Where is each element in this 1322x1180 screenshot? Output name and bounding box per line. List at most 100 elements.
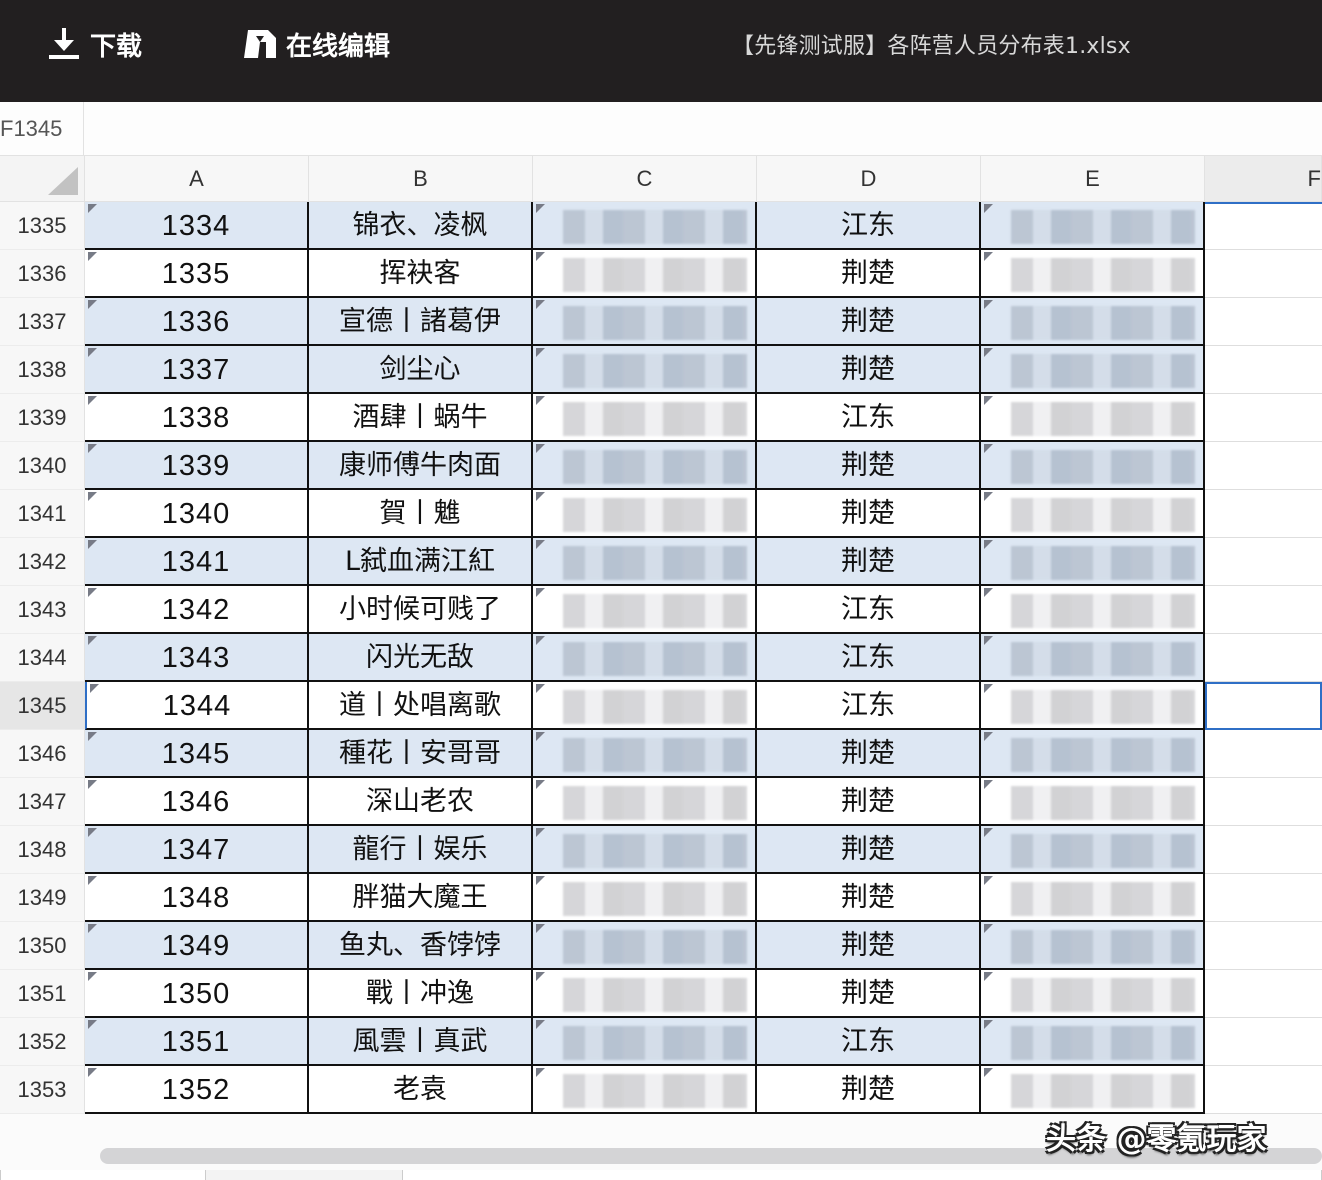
- cell-D1347[interactable]: 荆楚: [757, 778, 981, 826]
- cell-B1341[interactable]: 賀丨魋: [309, 490, 533, 538]
- row-header[interactable]: 1338: [0, 346, 85, 394]
- cell-F1349[interactable]: [1205, 874, 1322, 922]
- cell-A1350[interactable]: 1349: [85, 922, 309, 970]
- cell-B1339[interactable]: 酒肆丨蜗牛: [309, 394, 533, 442]
- cell-B1344[interactable]: 闪光无敌: [309, 634, 533, 682]
- cell-E1337[interactable]: [981, 298, 1205, 346]
- cell-E1340[interactable]: [981, 442, 1205, 490]
- sheet-tab[interactable]: [0, 1170, 206, 1180]
- cell-A1345[interactable]: 1344: [85, 682, 309, 730]
- cell-D1342[interactable]: 荆楚: [757, 538, 981, 586]
- cell-F1350[interactable]: [1205, 922, 1322, 970]
- cell-F1345[interactable]: [1205, 682, 1322, 730]
- cell-C1346[interactable]: [533, 730, 757, 778]
- cell-C1347[interactable]: [533, 778, 757, 826]
- cell-E1350[interactable]: [981, 922, 1205, 970]
- cell-E1352[interactable]: [981, 1018, 1205, 1066]
- cell-E1353[interactable]: [981, 1066, 1205, 1114]
- cell-A1352[interactable]: 1351: [85, 1018, 309, 1066]
- cell-A1335[interactable]: 1334: [85, 202, 309, 250]
- cell-F1344[interactable]: [1205, 634, 1322, 682]
- row-header[interactable]: 1348: [0, 826, 85, 874]
- cell-E1344[interactable]: [981, 634, 1205, 682]
- cell-C1343[interactable]: [533, 586, 757, 634]
- cell-F1341[interactable]: [1205, 490, 1322, 538]
- row-header[interactable]: 1344: [0, 634, 85, 682]
- row-header[interactable]: 1341: [0, 490, 85, 538]
- cell-F1336[interactable]: [1205, 250, 1322, 298]
- column-header-c[interactable]: C: [533, 156, 757, 202]
- row-header[interactable]: 1349: [0, 874, 85, 922]
- cell-E1347[interactable]: [981, 778, 1205, 826]
- cell-C1349[interactable]: [533, 874, 757, 922]
- row-header[interactable]: 1340: [0, 442, 85, 490]
- cell-D1335[interactable]: 江东: [757, 202, 981, 250]
- cell-D1343[interactable]: 江东: [757, 586, 981, 634]
- row-header[interactable]: 1351: [0, 970, 85, 1018]
- cell-E1335[interactable]: [981, 202, 1205, 250]
- cell-E1342[interactable]: [981, 538, 1205, 586]
- cell-C1348[interactable]: [533, 826, 757, 874]
- cell-B1343[interactable]: 小时候可贱了: [309, 586, 533, 634]
- row-header[interactable]: 1353: [0, 1066, 85, 1114]
- cell-D1336[interactable]: 荆楚: [757, 250, 981, 298]
- cell-B1352[interactable]: 風雲丨真武: [309, 1018, 533, 1066]
- cell-A1337[interactable]: 1336: [85, 298, 309, 346]
- cell-A1353[interactable]: 1352: [85, 1066, 309, 1114]
- cell-E1338[interactable]: [981, 346, 1205, 394]
- cell-A1344[interactable]: 1343: [85, 634, 309, 682]
- column-header-f[interactable]: F: [1205, 156, 1322, 202]
- cell-A1339[interactable]: 1338: [85, 394, 309, 442]
- cell-C1336[interactable]: [533, 250, 757, 298]
- cell-A1351[interactable]: 1350: [85, 970, 309, 1018]
- cell-A1342[interactable]: 1341: [85, 538, 309, 586]
- cell-C1340[interactable]: [533, 442, 757, 490]
- row-header[interactable]: 1347: [0, 778, 85, 826]
- cell-C1352[interactable]: [533, 1018, 757, 1066]
- cell-D1339[interactable]: 江东: [757, 394, 981, 442]
- column-header-a[interactable]: A: [85, 156, 309, 202]
- cell-D1344[interactable]: 江东: [757, 634, 981, 682]
- cell-D1346[interactable]: 荆楚: [757, 730, 981, 778]
- cell-E1351[interactable]: [981, 970, 1205, 1018]
- cell-D1350[interactable]: 荆楚: [757, 922, 981, 970]
- cell-A1347[interactable]: 1346: [85, 778, 309, 826]
- cell-C1337[interactable]: [533, 298, 757, 346]
- row-header[interactable]: 1343: [0, 586, 85, 634]
- cell-B1336[interactable]: 挥袂客: [309, 250, 533, 298]
- row-header[interactable]: 1339: [0, 394, 85, 442]
- cell-B1351[interactable]: 戰丨冲逸: [309, 970, 533, 1018]
- cell-C1350[interactable]: [533, 922, 757, 970]
- cell-E1343[interactable]: [981, 586, 1205, 634]
- cell-B1353[interactable]: 老袁: [309, 1066, 533, 1114]
- cell-A1340[interactable]: 1339: [85, 442, 309, 490]
- cell-B1347[interactable]: 深山老农: [309, 778, 533, 826]
- column-header-e[interactable]: E: [981, 156, 1205, 202]
- cell-E1336[interactable]: [981, 250, 1205, 298]
- cell-F1342[interactable]: [1205, 538, 1322, 586]
- cell-B1342[interactable]: L弑血满江紅: [309, 538, 533, 586]
- cell-C1342[interactable]: [533, 538, 757, 586]
- cell-E1346[interactable]: [981, 730, 1205, 778]
- cell-F1348[interactable]: [1205, 826, 1322, 874]
- cell-C1351[interactable]: [533, 970, 757, 1018]
- cell-D1340[interactable]: 荆楚: [757, 442, 981, 490]
- row-header[interactable]: 1350: [0, 922, 85, 970]
- row-header[interactable]: 1342: [0, 538, 85, 586]
- cell-F1347[interactable]: [1205, 778, 1322, 826]
- cell-D1341[interactable]: 荆楚: [757, 490, 981, 538]
- online-edit-button[interactable]: 在线编辑: [242, 26, 390, 62]
- row-header[interactable]: 1345: [0, 682, 85, 730]
- cell-B1346[interactable]: 種花丨安哥哥: [309, 730, 533, 778]
- cell-C1345[interactable]: [533, 682, 757, 730]
- column-header-d[interactable]: D: [757, 156, 981, 202]
- cell-B1350[interactable]: 鱼丸、香饽饽: [309, 922, 533, 970]
- cell-F1337[interactable]: [1205, 298, 1322, 346]
- cell-D1337[interactable]: 荆楚: [757, 298, 981, 346]
- cell-F1353[interactable]: [1205, 1066, 1322, 1114]
- cell-D1348[interactable]: 荆楚: [757, 826, 981, 874]
- cell-E1339[interactable]: [981, 394, 1205, 442]
- cell-E1341[interactable]: [981, 490, 1205, 538]
- download-button[interactable]: 下载: [46, 26, 142, 62]
- formula-input[interactable]: [86, 102, 1322, 156]
